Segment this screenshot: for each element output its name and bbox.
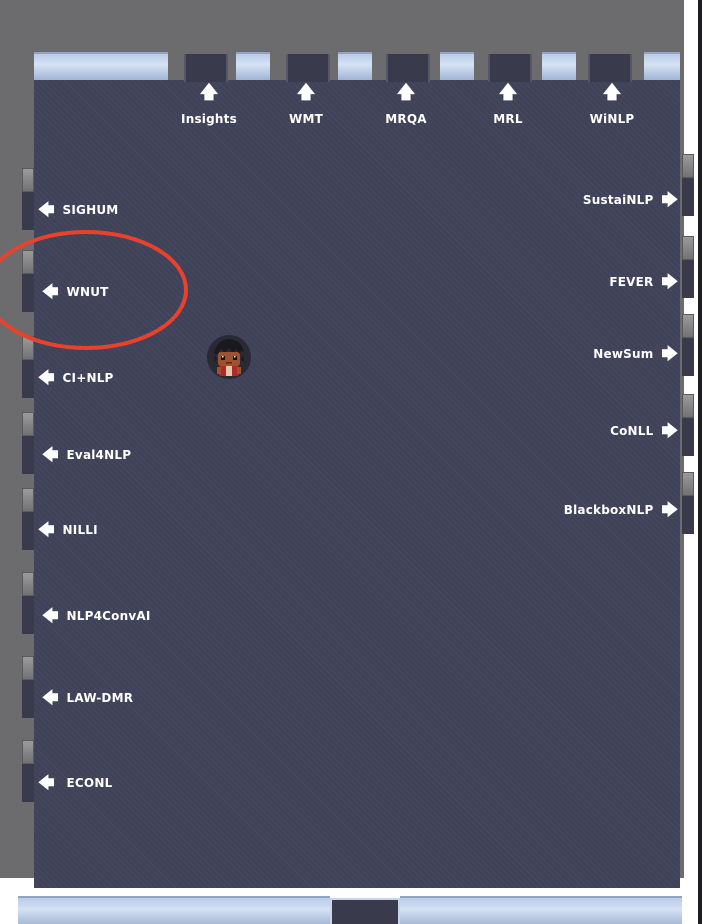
- exit-label: NewSum: [593, 347, 654, 361]
- door-newsum[interactable]: [682, 338, 694, 376]
- door-frame: [682, 236, 694, 260]
- door-frame: [22, 250, 34, 274]
- arrow-up-icon: 🡅: [498, 82, 518, 103]
- window-strip: [644, 52, 680, 80]
- door-sustainlp[interactable]: [682, 178, 694, 216]
- door-insights[interactable]: [184, 54, 228, 82]
- door-bottom[interactable]: [330, 898, 400, 924]
- exit-label: WMT: [289, 112, 323, 126]
- door-frame: [682, 154, 694, 178]
- exit-conll[interactable]: CoNLL 🡆: [610, 423, 678, 439]
- door-wnut[interactable]: [22, 274, 34, 312]
- arrow-left-icon: 🡄: [38, 368, 55, 387]
- door-frame: [682, 394, 694, 418]
- exit-mrl[interactable]: 🡅 MRL: [468, 82, 548, 127]
- window-strip: [338, 52, 372, 80]
- door-blackboxnlp[interactable]: [682, 496, 694, 534]
- exit-label: LAW-DMR: [66, 691, 134, 705]
- exit-insights[interactable]: 🡅 Insights: [169, 82, 249, 127]
- door-nilli[interactable]: [22, 512, 34, 550]
- arrow-right-icon: 🡆: [661, 272, 678, 291]
- exit-fever[interactable]: FEVER 🡆: [609, 274, 678, 290]
- window-strip: [400, 896, 682, 924]
- door-law-dmr[interactable]: [22, 680, 34, 718]
- door-sighum[interactable]: [22, 192, 34, 230]
- door-frame: [22, 656, 34, 680]
- arrow-left-icon: 🡄: [38, 773, 55, 792]
- exit-label: MRQA: [385, 112, 427, 126]
- door-mrqa[interactable]: [386, 54, 430, 82]
- arrow-left-icon: 🡄: [42, 445, 59, 464]
- player-avatar-icon[interactable]: [206, 334, 252, 380]
- window-strip: [440, 52, 474, 80]
- door-frame: [22, 572, 34, 596]
- door-fever[interactable]: [682, 260, 694, 298]
- arrow-right-icon: 🡆: [661, 421, 678, 440]
- exit-winlp[interactable]: 🡅 WiNLP: [572, 82, 652, 127]
- exit-mrqa[interactable]: 🡅 MRQA: [366, 82, 446, 127]
- exit-econl[interactable]: 🡄 ECONL: [38, 775, 112, 791]
- door-ci-nlp[interactable]: [22, 360, 34, 398]
- exit-wmt[interactable]: 🡅 WMT: [266, 82, 346, 127]
- door-frame: [22, 740, 34, 764]
- door-frame: [22, 168, 34, 192]
- arrow-up-icon: 🡅: [199, 82, 219, 103]
- exit-ci-nlp[interactable]: 🡄 CI+NLP: [38, 370, 114, 386]
- exit-blackboxnlp[interactable]: BlackboxNLP 🡆: [564, 502, 678, 518]
- exit-eval4nlp[interactable]: 🡄 Eval4NLP: [42, 447, 131, 463]
- door-frame: [682, 314, 694, 338]
- door-frame: [682, 472, 694, 496]
- exit-label: SIGHUM: [62, 203, 119, 217]
- screen-edge: [698, 0, 702, 924]
- exit-label: NLP4ConvAI: [66, 609, 151, 623]
- exit-label: CoNLL: [610, 424, 654, 438]
- arrow-left-icon: 🡄: [38, 520, 55, 539]
- arrow-left-icon: 🡄: [42, 688, 59, 707]
- exit-nilli[interactable]: 🡄 NILLI: [38, 522, 98, 538]
- window-strip: [34, 52, 168, 80]
- door-mrl[interactable]: [488, 54, 532, 82]
- game-room: 🡅 Insights 🡅 WMT 🡅 MRQA 🡅 MRL 🡅 WiNLP 🡄 …: [0, 0, 702, 924]
- arrow-up-icon: 🡅: [396, 82, 416, 103]
- arrow-up-icon: 🡅: [296, 82, 316, 103]
- exit-sustainlp[interactable]: SustaiNLP 🡆: [583, 192, 678, 208]
- exit-newsum[interactable]: NewSum 🡆: [593, 346, 678, 362]
- door-frame: [22, 488, 34, 512]
- exit-label: WNUT: [66, 285, 109, 299]
- exit-label: NILLI: [62, 523, 98, 537]
- door-winlp[interactable]: [588, 54, 632, 82]
- arrow-left-icon: 🡄: [42, 282, 59, 301]
- door-econl[interactable]: [22, 764, 34, 802]
- door-eval4nlp[interactable]: [22, 436, 34, 474]
- exit-wnut[interactable]: 🡄 WNUT: [42, 284, 109, 300]
- arrow-up-icon: 🡅: [602, 82, 622, 103]
- exit-law-dmr[interactable]: 🡄 LAW-DMR: [42, 690, 133, 706]
- exit-label: MRL: [493, 112, 523, 126]
- exit-label: Insights: [181, 112, 237, 126]
- window-strip: [542, 52, 576, 80]
- exit-label: FEVER: [609, 275, 654, 289]
- exit-label: WiNLP: [589, 112, 635, 126]
- door-wmt[interactable]: [286, 54, 330, 82]
- arrow-left-icon: 🡄: [42, 606, 59, 625]
- exit-sighum[interactable]: 🡄 SIGHUM: [38, 202, 118, 218]
- exit-label: Eval4NLP: [66, 448, 132, 462]
- window-strip: [18, 896, 330, 924]
- exit-nlp4convai[interactable]: 🡄 NLP4ConvAI: [42, 608, 151, 624]
- door-nlp4convai[interactable]: [22, 596, 34, 634]
- door-frame: [22, 336, 34, 360]
- arrow-left-icon: 🡄: [38, 200, 55, 219]
- arrow-right-icon: 🡆: [661, 344, 678, 363]
- arrow-right-icon: 🡆: [661, 190, 678, 209]
- arrow-right-icon: 🡆: [661, 500, 678, 519]
- door-conll[interactable]: [682, 418, 694, 456]
- exit-label: BlackboxNLP: [563, 503, 654, 517]
- exit-label: SustaiNLP: [582, 193, 654, 207]
- exit-label: CI+NLP: [62, 371, 114, 385]
- door-frame: [22, 412, 34, 436]
- exit-label: ECONL: [66, 776, 113, 790]
- window-strip: [236, 52, 270, 80]
